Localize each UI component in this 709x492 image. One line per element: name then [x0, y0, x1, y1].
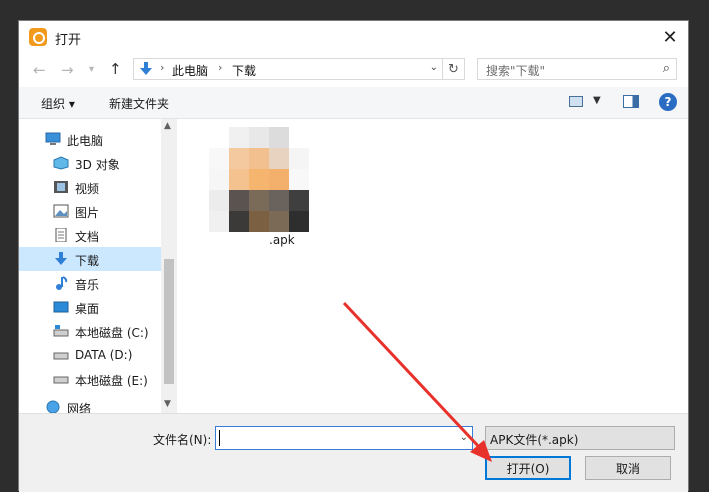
sidebar-item-network[interactable]: 网络 — [19, 395, 161, 413]
help-icon[interactable]: ? — [659, 93, 677, 111]
sidebar-item-3d-objects[interactable]: 3D 对象 — [19, 151, 161, 175]
new-folder-button[interactable]: 新建文件夹 — [109, 95, 169, 112]
window-title: 打开 — [55, 33, 82, 48]
organize-button[interactable]: 组织 ▾ — [41, 95, 75, 112]
sidebar-item-label: 网络 — [67, 402, 92, 413]
video-icon — [54, 181, 68, 193]
search-icon[interactable]: ⌕ — [663, 61, 670, 76]
address-dropdown-icon[interactable]: ⌄ — [430, 62, 438, 73]
breadcrumb-downloads[interactable]: 下载 — [232, 62, 256, 79]
command-toolbar: 组织 ▾ 新建文件夹 ▼ ? — [19, 87, 688, 119]
scroll-down-icon[interactable]: ▼ — [164, 399, 171, 409]
scroll-up-icon[interactable]: ▲ — [164, 121, 171, 131]
sidebar-item-label: 视频 — [75, 182, 100, 196]
navigation-bar: ← → ▾ ↑ › 此电脑 › 下载 ⌄ ↻ 搜索"下载" ⌕ — [19, 55, 688, 85]
app-logo-icon — [29, 28, 47, 46]
network-icon — [46, 400, 60, 413]
search-input[interactable]: 搜索"下载" ⌕ — [477, 58, 677, 80]
sidebar-item-label: 此电脑 — [67, 134, 104, 148]
close-button[interactable]: ✕ — [656, 23, 684, 51]
filename-label: 文件名(N): — [153, 433, 212, 447]
scrollbar-thumb[interactable] — [164, 259, 174, 384]
sidebar-item-downloads[interactable]: 下载 — [19, 247, 161, 271]
background-left — [0, 0, 18, 491]
file-type-value: APK文件(*.apk) — [490, 433, 579, 447]
dialog-footer: 文件名(N): ⌄ APK文件(*.apk) 打开(O) 取消 — [19, 413, 688, 492]
open-button[interactable]: 打开(O) — [485, 456, 571, 480]
up-folder-icon[interactable]: ↑ — [109, 60, 122, 78]
download-icon — [55, 252, 67, 265]
file-name-label: .apk — [269, 233, 295, 247]
text-caret — [219, 430, 220, 446]
sidebar-item-drive-e[interactable]: 本地磁盘 (E:) — [19, 367, 161, 391]
breadcrumb-separator: › — [218, 61, 223, 74]
document-icon — [55, 228, 67, 242]
filename-input[interactable]: ⌄ — [215, 426, 473, 450]
recent-locations-icon[interactable]: ▾ — [89, 64, 94, 75]
sidebar-item-label: 本地磁盘 (C:) — [75, 326, 149, 340]
cancel-button[interactable]: 取消 — [585, 456, 671, 480]
title-bar: 打开 ✕ — [19, 21, 688, 53]
download-folder-icon — [140, 62, 152, 75]
sidebar-item-label: 文档 — [75, 230, 100, 244]
search-placeholder: 搜索"下载" — [486, 64, 546, 78]
sidebar-item-label: 3D 对象 — [75, 158, 120, 172]
sidebar-item-drive-c[interactable]: 本地磁盘 (C:) — [19, 319, 161, 343]
sidebar-item-music[interactable]: 音乐 — [19, 271, 161, 295]
sidebar-item-this-pc[interactable]: 此电脑 — [19, 127, 161, 151]
file-list: .apk — [179, 119, 688, 413]
background-right — [689, 0, 709, 491]
filename-dropdown-icon[interactable]: ⌄ — [460, 432, 468, 443]
sidebar-item-label: DATA (D:) — [75, 348, 133, 362]
music-icon — [56, 276, 68, 290]
navigation-pane: 此电脑 3D 对象 视频 图片 文档 下载 音乐 桌面 本地磁盘 (C:) DA… — [19, 119, 177, 413]
sidebar-item-label: 本地磁盘 (E:) — [75, 374, 148, 388]
refresh-button[interactable]: ↻ — [443, 58, 465, 80]
breadcrumb-this-pc[interactable]: 此电脑 — [172, 62, 208, 79]
sidebar-item-label: 音乐 — [75, 278, 100, 292]
view-options-dropdown-icon[interactable]: ▼ — [593, 95, 601, 106]
drive-icon — [53, 376, 69, 384]
sidebar-item-desktop[interactable]: 桌面 — [19, 295, 161, 319]
drive-icon — [53, 352, 69, 360]
forward-arrow-icon[interactable]: → — [61, 61, 74, 79]
sidebar-item-videos[interactable]: 视频 — [19, 175, 161, 199]
background-top — [0, 0, 709, 20]
sidebar-item-drive-d[interactable]: DATA (D:) — [19, 343, 161, 367]
desktop-icon — [53, 301, 69, 313]
address-bar[interactable]: › 此电脑 › 下载 ⌄ — [133, 58, 443, 80]
drive-icon — [53, 325, 69, 337]
breadcrumb-separator: › — [160, 61, 165, 74]
pixelated-app-icon — [209, 127, 309, 233]
sidebar-item-documents[interactable]: 文档 — [19, 223, 161, 247]
preview-pane-icon[interactable] — [623, 95, 639, 108]
change-view-icon[interactable] — [569, 96, 583, 107]
computer-icon — [45, 132, 61, 145]
sidebar-item-label: 桌面 — [75, 302, 100, 316]
sidebar-item-label: 下载 — [75, 254, 100, 268]
sidebar-item-pictures[interactable]: 图片 — [19, 199, 161, 223]
file-type-select[interactable]: APK文件(*.apk) — [485, 426, 675, 450]
sidebar-scrollbar[interactable]: ▲ ▼ — [161, 119, 177, 413]
sidebar-item-label: 图片 — [75, 206, 100, 220]
cube-icon — [53, 156, 69, 170]
back-arrow-icon[interactable]: ← — [33, 61, 46, 79]
picture-icon — [53, 204, 69, 218]
file-item-apk[interactable]: .apk — [209, 127, 309, 247]
open-file-dialog: 打开 ✕ ← → ▾ ↑ › 此电脑 › 下载 ⌄ ↻ 搜索"下载" ⌕ 组织 … — [18, 20, 689, 492]
